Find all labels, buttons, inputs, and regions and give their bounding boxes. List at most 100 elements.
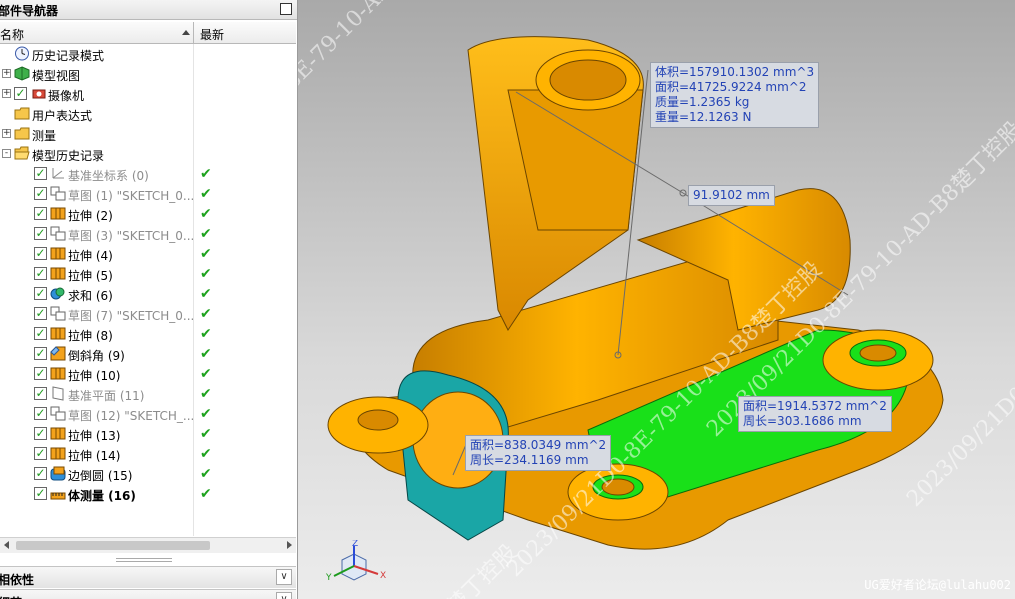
visibility-checkbox[interactable]: ✓ — [34, 267, 47, 280]
tree-node-label: 拉伸 (14) — [68, 449, 121, 463]
tree-node[interactable]: ✓ 求和 (6) ✔ — [0, 284, 296, 304]
tree-node-label: 拉伸 (13) — [68, 429, 121, 443]
column-divider[interactable] — [193, 22, 194, 44]
up-to-date-check-icon: ✔ — [200, 446, 212, 462]
tree-node[interactable]: ✓ 拉伸 (8) ✔ — [0, 324, 296, 344]
scroll-right-icon[interactable] — [287, 541, 292, 549]
tree-node[interactable]: ✓ 草图 (1) "SKETCH_0... ✔ — [0, 184, 296, 204]
panel-splitter[interactable] — [116, 558, 172, 562]
up-to-date-check-icon: ✔ — [200, 266, 212, 282]
visibility-checkbox[interactable]: ✓ — [34, 427, 47, 440]
visibility-checkbox[interactable]: ✓ — [34, 407, 47, 420]
up-to-date-check-icon: ✔ — [200, 486, 212, 502]
tree-node[interactable]: 用户表达式 — [0, 104, 296, 124]
tree-node[interactable]: ✓ 体测量 (16) ✔ — [0, 484, 296, 504]
expand-icon[interactable]: + — [2, 89, 11, 98]
unite-icon — [50, 286, 66, 301]
dependencies-section[interactable]: 相依性 ∨ — [0, 566, 296, 588]
tree-node-label: 基准坐标系 (0) — [68, 169, 149, 183]
tree-node[interactable]: ✓ 边倒圆 (15) ✔ — [0, 464, 296, 484]
distance-text: 91.9102 mm — [693, 188, 770, 202]
visibility-checkbox[interactable]: ✓ — [34, 307, 47, 320]
tree-node[interactable]: ✓ 草图 (3) "SKETCH_0... ✔ — [0, 224, 296, 244]
extrude-icon — [50, 266, 66, 281]
tree-node[interactable]: ✓ 基准平面 (11) ✔ — [0, 384, 296, 404]
column-name-header[interactable]: 名称 — [0, 26, 24, 43]
extrude-icon — [50, 446, 66, 461]
column-latest-header[interactable]: 最新 — [200, 26, 224, 43]
folder-open-icon — [14, 146, 30, 161]
triad-y-label: Y — [325, 573, 332, 583]
clock-icon — [14, 46, 30, 61]
extrude-icon — [50, 426, 66, 441]
tree-node[interactable]: ✓ 拉伸 (13) ✔ — [0, 424, 296, 444]
tree-node-label: 草图 (1) "SKETCH_0... — [68, 189, 195, 203]
distance-callout[interactable]: 91.9102 mm — [688, 185, 775, 206]
up-to-date-check-icon: ✔ — [200, 366, 212, 382]
navigator-title: 部件导航器 — [0, 4, 59, 18]
tree-node-label: 草图 (7) "SKETCH_0... — [68, 309, 195, 323]
visibility-checkbox[interactable]: ✓ — [34, 247, 47, 260]
sort-up-icon[interactable] — [182, 30, 190, 35]
tree-node-label: 摄像机 — [48, 89, 85, 103]
chevron-down-icon[interactable]: ∨ — [276, 592, 292, 599]
folder-icon — [14, 106, 30, 121]
restore-window-button[interactable] — [280, 3, 292, 15]
visibility-checkbox[interactable]: ✓ — [34, 487, 47, 500]
face-left-area-text: 面积=838.0349 mm^2 — [470, 438, 607, 452]
tree-node[interactable]: 历史记录模式 — [0, 44, 296, 64]
visibility-checkbox[interactable]: ✓ — [34, 327, 47, 340]
scroll-thumb[interactable] — [16, 541, 210, 550]
tree-node[interactable]: + ✓ 摄像机 — [0, 84, 296, 104]
tree-node[interactable]: ✓ 倒斜角 (9) ✔ — [0, 344, 296, 364]
tree-node[interactable]: ✓ 拉伸 (14) ✔ — [0, 444, 296, 464]
face-left-perimeter-text: 周长=234.1169 mm — [470, 453, 589, 467]
triad-z-label: Z — [352, 540, 358, 549]
expand-icon[interactable]: + — [2, 69, 11, 78]
forum-watermark: UG爱好者论坛@lulahu002 — [864, 578, 1011, 592]
visibility-checkbox[interactable]: ✓ — [34, 227, 47, 240]
tree-node[interactable]: ✓ 草图 (7) "SKETCH_0... ✔ — [0, 304, 296, 324]
visibility-checkbox[interactable]: ✓ — [34, 387, 47, 400]
tree-node-label: 模型视图 — [32, 69, 81, 83]
visibility-checkbox[interactable]: ✓ — [34, 207, 47, 220]
face-left-callout[interactable]: 面积=838.0349 mm^2 周长=234.1169 mm — [465, 435, 612, 471]
extrude-icon — [50, 206, 66, 221]
column-header: 名称 最新 — [0, 22, 296, 44]
scroll-left-icon[interactable] — [4, 541, 9, 549]
tree-node[interactable]: ✓ 拉伸 (4) ✔ — [0, 244, 296, 264]
tree-node-label: 历史记录模式 — [32, 49, 105, 63]
tree-node[interactable]: + 测量 — [0, 124, 296, 144]
tree-node[interactable]: ✓ 拉伸 (10) ✔ — [0, 364, 296, 384]
visibility-checkbox[interactable]: ✓ — [34, 367, 47, 380]
visibility-checkbox[interactable]: ✓ — [34, 187, 47, 200]
horizontal-scrollbar[interactable] — [0, 537, 296, 553]
tree-node-label: 测量 — [32, 129, 57, 143]
datum-csys-icon — [50, 166, 66, 181]
graphics-window[interactable]: 2023/09/21D0-8E-79-10-AD-B8楚丁控股 2023/09/… — [298, 0, 1015, 599]
visibility-checkbox[interactable]: ✓ — [14, 87, 27, 100]
sketch-icon — [50, 406, 66, 421]
tree-node[interactable]: ✓ 草图 (12) "SKETCH_... ✔ — [0, 404, 296, 424]
visibility-checkbox[interactable]: ✓ — [34, 447, 47, 460]
tree-node[interactable]: ✓ 拉伸 (5) ✔ — [0, 264, 296, 284]
tree-node[interactable]: - 模型历史记录 — [0, 144, 296, 164]
visibility-checkbox[interactable]: ✓ — [34, 167, 47, 180]
collapse-icon[interactable]: - — [2, 149, 11, 158]
mass-properties-callout[interactable]: 体积=157910.1302 mm^3 面积=41725.9224 mm^2 质… — [650, 62, 820, 128]
tree-node[interactable]: + 模型视图 — [0, 64, 296, 84]
visibility-checkbox[interactable]: ✓ — [34, 347, 47, 360]
details-section[interactable]: 细节 ∨ — [0, 589, 296, 599]
up-to-date-check-icon: ✔ — [200, 166, 212, 182]
folder-icon — [14, 126, 30, 141]
visibility-checkbox[interactable]: ✓ — [34, 467, 47, 480]
extrude-icon — [50, 326, 66, 341]
chevron-down-icon[interactable]: ∨ — [276, 569, 292, 585]
visibility-checkbox[interactable]: ✓ — [34, 287, 47, 300]
face-right-callout[interactable]: 面积=1914.5372 mm^2 周长=303.1686 mm — [738, 396, 892, 432]
datum-plane-icon — [50, 386, 66, 401]
expand-icon[interactable]: + — [2, 129, 11, 138]
tree-node[interactable]: ✓ 拉伸 (2) ✔ — [0, 204, 296, 224]
tree-node[interactable]: ✓ 基准坐标系 (0) ✔ — [0, 164, 296, 184]
edge-blend-icon — [50, 466, 66, 481]
